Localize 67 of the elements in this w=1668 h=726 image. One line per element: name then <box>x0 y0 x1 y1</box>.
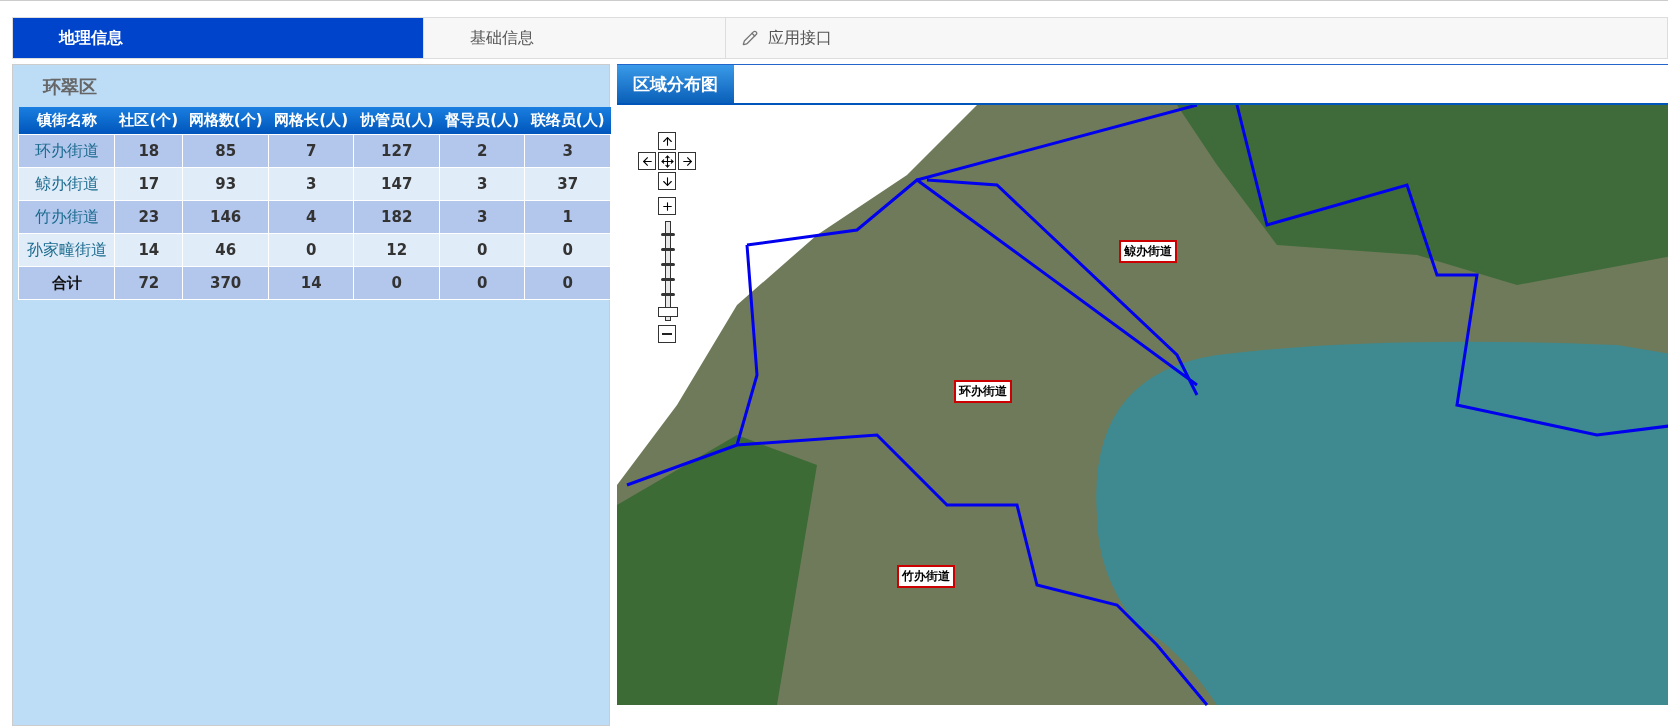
table-cell: 合计 <box>18 266 115 300</box>
table-cell: 85 <box>182 134 269 168</box>
minus-icon <box>662 333 672 335</box>
column-header: 社区(个) <box>114 107 183 135</box>
zoom-in-button[interactable] <box>658 197 676 215</box>
table-cell: 182 <box>353 200 440 234</box>
pan-left-button[interactable] <box>638 152 656 170</box>
table-cell: 46 <box>182 233 269 267</box>
zoom-slider-thumb[interactable] <box>658 306 678 317</box>
table-cell: 3 <box>268 167 354 201</box>
table-cell: 0 <box>353 266 440 300</box>
district-label: 鲸办街道 <box>1119 240 1177 263</box>
move-icon <box>660 154 674 168</box>
table-cell: 17 <box>114 167 183 201</box>
table-cell: 146 <box>182 200 269 234</box>
pan-down-button[interactable] <box>658 172 676 190</box>
pan-right-button[interactable] <box>678 152 696 170</box>
zoom-out-button[interactable] <box>658 325 676 343</box>
table-cell: 127 <box>353 134 440 168</box>
pan-center-button[interactable] <box>658 152 676 170</box>
table-cell: 37 <box>524 167 611 201</box>
zoom-slider[interactable] <box>658 221 678 321</box>
street-link[interactable]: 鲸办街道 <box>18 167 115 201</box>
table-cell: 14 <box>268 266 354 300</box>
table-cell: 4 <box>268 200 354 234</box>
table-cell: 0 <box>439 266 525 300</box>
plus-icon <box>660 199 674 213</box>
nav-tab[interactable]: 基础信息 <box>423 18 727 58</box>
table-cell: 18 <box>114 134 183 168</box>
table-cell: 23 <box>114 200 183 234</box>
table-cell: 0 <box>524 266 611 300</box>
district-label: 竹办街道 <box>897 565 955 588</box>
column-header: 网格数(个) <box>182 107 269 135</box>
table-cell: 1 <box>524 200 611 234</box>
street-link[interactable]: 竹办街道 <box>18 200 115 234</box>
table-cell: 0 <box>439 233 525 267</box>
street-link[interactable]: 环办街道 <box>18 134 115 168</box>
column-header: 联络员(人) <box>524 107 611 135</box>
table-cell: 147 <box>353 167 440 201</box>
table-cell: 0 <box>524 233 611 267</box>
column-header: 督导员(人) <box>439 107 525 135</box>
column-header: 网格长(人) <box>268 107 354 135</box>
arrow-left-icon <box>640 154 654 168</box>
table-cell: 72 <box>114 266 183 300</box>
table-cell: 0 <box>268 233 354 267</box>
arrow-up-icon <box>660 134 674 148</box>
pan-up-button[interactable] <box>658 132 676 150</box>
street-link[interactable]: 孙家疃街道 <box>18 233 115 267</box>
table-cell: 370 <box>182 266 269 300</box>
table-cell: 14 <box>114 233 183 267</box>
table-cell: 3 <box>439 200 525 234</box>
district-title: 环翠区 <box>41 75 98 99</box>
column-header: 镇街名称 <box>18 107 115 135</box>
table-cell: 7 <box>268 134 354 168</box>
nav-tab[interactable]: 应用接口 <box>726 18 1668 58</box>
table-cell: 12 <box>353 233 440 267</box>
table-cell: 3 <box>439 167 525 201</box>
column-header: 协管员(人) <box>353 107 440 135</box>
table-cell: 3 <box>524 134 611 168</box>
table-cell: 93 <box>182 167 269 201</box>
pencil-icon <box>742 30 759 46</box>
arrow-right-icon <box>680 154 694 168</box>
table-cell: 2 <box>439 134 525 168</box>
map-tab[interactable]: 区域分布图 <box>617 65 734 103</box>
arrow-down-icon <box>660 174 674 188</box>
nav-tab[interactable]: 地理信息 <box>13 18 424 58</box>
district-label: 环办街道 <box>954 380 1012 403</box>
